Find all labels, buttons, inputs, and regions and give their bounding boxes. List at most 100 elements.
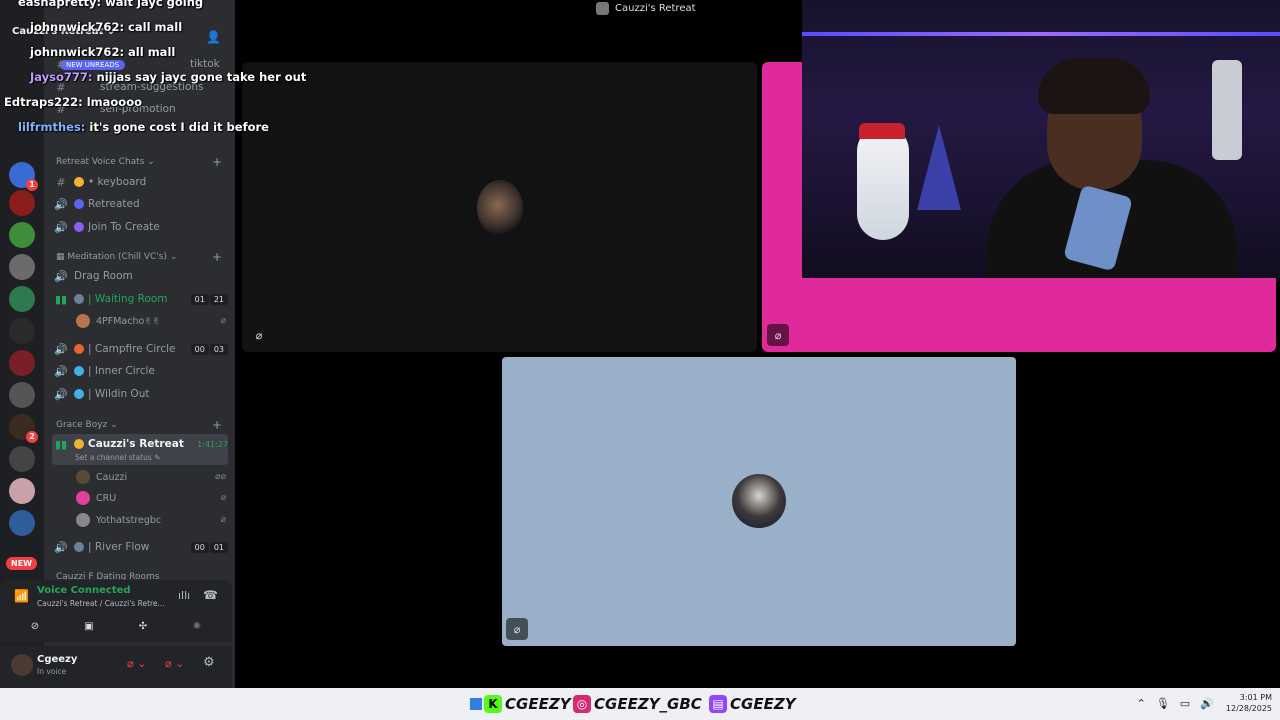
- mic-muted-icon: ⌀: [506, 618, 528, 640]
- speaker-icon: 🔊: [54, 220, 68, 234]
- twitch-icon: ▤: [709, 695, 727, 713]
- clock[interactable]: 3:01 PM 12/28/2025: [1226, 692, 1272, 714]
- social-handle-twitch: ▤ CGEEZY: [709, 694, 796, 714]
- headphones-deafened-icon[interactable]: ⌀ ⌄: [165, 657, 184, 670]
- speaker-icon: 🔊: [54, 540, 68, 554]
- chat-username: lilfrmthes:: [18, 120, 86, 134]
- camera-button[interactable]: ⊘: [12, 616, 58, 636]
- camera-off-icon: ⊘: [30, 620, 40, 632]
- plus-emoji-icon: [74, 222, 84, 232]
- category-meditation[interactable]: ▦ Meditation (Chill VC's) ⌄ +: [56, 250, 224, 264]
- chat-username: Jayso777:: [30, 70, 93, 84]
- plus-icon[interactable]: +: [212, 418, 222, 432]
- username[interactable]: Cgeezy: [37, 654, 77, 665]
- voice-status-channel[interactable]: Cauzzi's Retreat / Cauzzi's Retre...: [37, 599, 165, 608]
- disconnect-icon[interactable]: ☎: [203, 588, 218, 602]
- video-tile[interactable]: ⌀: [502, 357, 1016, 646]
- sparkle-icon: [74, 177, 84, 187]
- user-count: 00 01: [190, 541, 228, 553]
- system-tray: ⌃ 🎙 ▭ 🔊 3:01 PM 12/28/2025: [1127, 692, 1272, 714]
- server-icon[interactable]: [9, 254, 35, 280]
- avatar: [76, 314, 90, 328]
- speaker-icon: 🔊: [54, 364, 68, 378]
- snowman-hat: [859, 123, 905, 139]
- soundboard-icon: ✺: [192, 620, 202, 632]
- hash-icon: #: [56, 175, 66, 189]
- microphone: [1212, 60, 1242, 160]
- unread-badge: 1: [26, 179, 38, 191]
- channel-waiting-room[interactable]: ▮▮ | Waiting Room 01 21: [52, 289, 228, 309]
- avatar: [76, 513, 90, 527]
- social-handle-kick: K CGEEZY: [484, 694, 571, 714]
- crown-icon: [74, 439, 84, 449]
- server-icon[interactable]: [9, 350, 35, 376]
- voice-member[interactable]: 4PFMacho✌✌ ⌀: [76, 312, 226, 330]
- channel-keyboard[interactable]: # • keyboard: [52, 172, 228, 192]
- server-icon[interactable]: [9, 446, 35, 472]
- soundboard-button[interactable]: ✺: [174, 616, 220, 636]
- server-icon[interactable]: [9, 382, 35, 408]
- server-icon[interactable]: [9, 318, 35, 344]
- screen-share-button[interactable]: ▣: [66, 616, 112, 636]
- category-dating-rooms[interactable]: Cauzzi F Dating Rooms: [56, 572, 224, 580]
- channel-status[interactable]: Set a channel status ✎: [75, 453, 160, 462]
- avatar: [76, 491, 90, 505]
- server-avatar: [596, 2, 609, 15]
- activities-button[interactable]: ✣: [120, 616, 166, 636]
- server-icon[interactable]: [9, 510, 35, 536]
- gear-icon[interactable]: ⚙: [203, 655, 215, 670]
- christmas-tree: [917, 125, 961, 210]
- plus-icon[interactable]: +: [212, 155, 222, 169]
- video-tile[interactable]: ⌀: [242, 62, 757, 352]
- screen-share-icon: ▣: [84, 620, 94, 632]
- windows-start-icon[interactable]: [470, 698, 482, 710]
- voice-member[interactable]: Cauzzi ⌀⌀: [76, 468, 226, 486]
- network-icon[interactable]: ▭: [1180, 697, 1190, 710]
- chat-message: Jayso777: nijjas say jayc gone take her o…: [30, 70, 307, 84]
- speaker-icon: 🔊: [54, 197, 68, 211]
- noise-suppression-icon[interactable]: ıllı: [178, 589, 190, 602]
- channel-drag-room[interactable]: 🔊 Drag Room: [52, 266, 228, 286]
- voice-status-title[interactable]: Voice Connected: [37, 585, 131, 596]
- server-icon[interactable]: [9, 190, 35, 216]
- volume-icon[interactable]: 🔊: [1200, 697, 1214, 710]
- hash-icon: #: [56, 57, 66, 71]
- server-icon[interactable]: 1: [9, 162, 38, 191]
- server-icon[interactable]: [9, 286, 35, 312]
- channel-join-to-create[interactable]: 🔊 Join To Create: [52, 217, 228, 237]
- channel-wildin-out[interactable]: 🔊 | Wildin Out: [52, 384, 228, 404]
- plus-icon[interactable]: +: [212, 250, 222, 264]
- speaker-icon: 🔊: [54, 387, 68, 401]
- category-retreat-voice[interactable]: Retreat Voice Chats ⌄ +: [56, 155, 224, 169]
- voice-member[interactable]: Yothatstregbc ⌀: [76, 511, 226, 529]
- chat-message: lilfrmthes: it's gone cost I did it befor…: [18, 120, 269, 134]
- new-pill[interactable]: NEW: [6, 557, 37, 570]
- avatar: [76, 470, 90, 484]
- mountain-icon: [74, 542, 84, 552]
- voice-member[interactable]: CRU ⌀: [76, 489, 226, 507]
- microphone-icon[interactable]: 🎙: [1156, 697, 1170, 710]
- server-icon[interactable]: [9, 478, 35, 504]
- channel-river-flow[interactable]: 🔊 | River Flow 00 01: [52, 537, 228, 557]
- channel-retreated[interactable]: 🔊 Retreated: [52, 194, 228, 214]
- call-timer: 1:41:27: [197, 439, 228, 449]
- mic-muted-icon: ⌀: [220, 316, 226, 326]
- add-user-icon[interactable]: 👤: [206, 30, 221, 44]
- voice-active-icon: ▮▮: [54, 292, 68, 306]
- server-icon[interactable]: 2: [9, 414, 38, 443]
- server-icon[interactable]: [9, 222, 35, 248]
- unread-badge: 2: [26, 431, 38, 443]
- user-count: 00 03: [190, 343, 228, 355]
- mic-muted-icon[interactable]: ⌀ ⌄: [127, 657, 146, 670]
- mountain-icon: [74, 294, 84, 304]
- category-grace-boyz[interactable]: Grace Boyz ⌄ +: [56, 418, 224, 432]
- window-title: Cauzzi's Retreat: [596, 2, 696, 15]
- droplet-icon: [74, 366, 84, 376]
- participant-avatar: [732, 474, 786, 528]
- channel-cauzzis-retreat[interactable]: ▮▮ Cauzzi's Retreat 1:41:27: [52, 434, 228, 454]
- chevron-up-icon[interactable]: ⌃: [1137, 697, 1146, 710]
- channel-campfire-circle[interactable]: 🔊 | Campfire Circle 00 03: [52, 339, 228, 359]
- voice-connected-panel: 📶 Voice Connected Cauzzi's Retreat / Cau…: [0, 580, 232, 642]
- avatar[interactable]: [11, 654, 33, 676]
- channel-inner-circle[interactable]: 🔊 | Inner Circle: [52, 361, 228, 381]
